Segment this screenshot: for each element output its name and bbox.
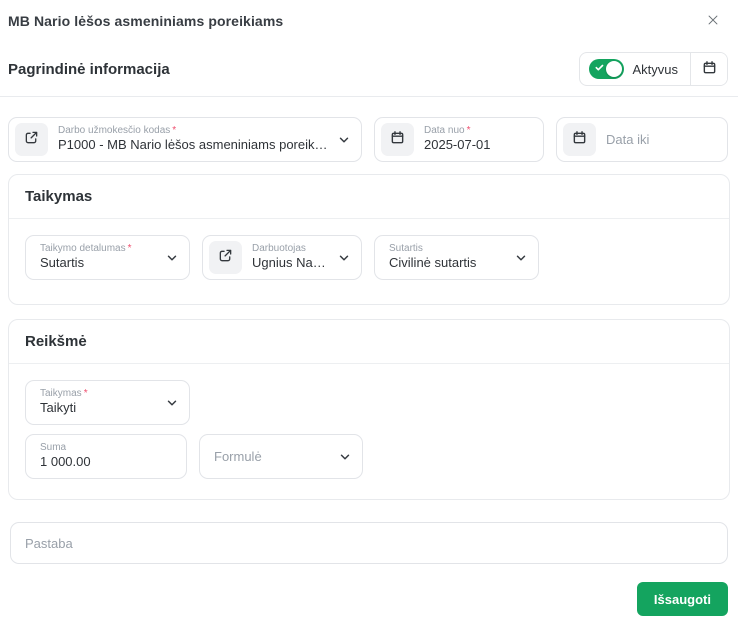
chevron-down-icon — [165, 396, 179, 410]
date-to-picker-button[interactable] — [563, 123, 596, 156]
save-button[interactable]: Išsaugoti — [636, 582, 728, 616]
chevron-down-icon — [165, 251, 179, 265]
active-toggle-group: Aktyvus — [579, 52, 728, 86]
section-divider — [0, 96, 738, 97]
detail-level-select[interactable]: Taikymo detalumas * Sutartis — [25, 235, 190, 280]
amount-label: Suma — [40, 441, 67, 453]
calendar-icon — [702, 60, 717, 78]
formula-placeholder: Formulė — [214, 449, 262, 464]
detail-level-label: Taikymo detalumas — [40, 242, 126, 254]
page-title: Pagrindinė informacija — [8, 60, 170, 78]
employee-select[interactable]: Darbuotojas Ugnius Narys — [202, 235, 362, 280]
open-record-button[interactable] — [15, 123, 48, 156]
note-input[interactable] — [10, 522, 728, 564]
taikymas-card-body: Taikymo detalumas * Sutartis Darbuotojas… — [9, 219, 729, 304]
active-toggle[interactable]: Aktyvus — [580, 53, 690, 85]
date-from-value: 2025-07-01 — [424, 137, 491, 153]
dialog: MB Nario lėšos asmeniniams poreikiams Pa… — [0, 0, 738, 632]
reiksme-card-title: Reikšmė — [9, 320, 729, 364]
required-mark: * — [466, 124, 471, 136]
application-label: Taikymas — [40, 387, 82, 399]
taikymas-card-title: Taikymas — [9, 175, 729, 219]
amount-field[interactable]: Suma 1 000.00 — [25, 434, 187, 479]
date-from-field[interactable]: Data nuo * 2025-07-01 — [374, 117, 544, 162]
formula-select[interactable]: Formulė — [199, 434, 363, 479]
reiksme-card: Reikšmė Taikymas * Taikyti Suma 1 000.00… — [8, 319, 730, 500]
dialog-title: MB Nario lėšos asmeniniams poreikiams — [8, 13, 284, 29]
date-from-picker-button[interactable] — [381, 123, 414, 156]
employee-value: Ugnius Narys — [252, 255, 329, 271]
close-icon — [706, 13, 720, 30]
calendar-icon — [390, 130, 405, 150]
calendar-icon — [572, 130, 587, 150]
external-link-icon — [218, 248, 233, 268]
dialog-header: MB Nario lėšos asmeniniams poreikiams — [0, 0, 738, 42]
reiksme-card-body: Taikymas * Taikyti Suma 1 000.00 Formulė — [9, 364, 729, 499]
detail-level-value: Sutartis — [40, 255, 85, 271]
field-text: Darbo užmokesčio kodas * P1000 - MB Nario… — [58, 125, 329, 154]
chevron-down-icon — [338, 450, 352, 464]
external-link-icon — [24, 130, 39, 150]
salary-code-label: Darbo užmokesčio kodas — [58, 124, 171, 136]
date-from-label: Data nuo — [424, 124, 465, 136]
application-select[interactable]: Taikymas * Taikyti — [25, 380, 190, 425]
salary-code-value: P1000 - MB Nario lėšos asmeniniams porei… — [58, 137, 329, 153]
chevron-down-icon — [337, 251, 351, 265]
open-employee-button[interactable] — [209, 241, 242, 274]
employee-label: Darbuotojas — [252, 242, 306, 254]
amount-value: 1 000.00 — [40, 454, 91, 470]
field-text: Data nuo * 2025-07-01 — [424, 125, 533, 154]
application-value: Taikyti — [40, 400, 77, 416]
taikymas-card: Taikymas Taikymo detalumas * Sutartis Da… — [8, 174, 730, 305]
contract-label: Sutartis — [389, 242, 423, 254]
main-fields-row: Darbo užmokesčio kodas * P1000 - MB Nario… — [8, 117, 730, 162]
check-icon — [594, 60, 605, 78]
toggle-label: Aktyvus — [632, 61, 678, 77]
date-to-field[interactable]: Data iki — [556, 117, 728, 162]
required-mark: * — [83, 387, 88, 399]
dialog-footer: Išsaugoti — [10, 582, 728, 616]
close-button[interactable] — [702, 9, 724, 34]
required-mark: * — [127, 242, 132, 254]
history-calendar-button[interactable] — [691, 53, 727, 85]
salary-code-select[interactable]: Darbo užmokesčio kodas * P1000 - MB Nario… — [8, 117, 362, 162]
main-section-header: Pagrindinė informacija Aktyvus — [0, 42, 738, 96]
required-mark: * — [172, 124, 177, 136]
toggle-switch[interactable] — [589, 59, 625, 79]
chevron-down-icon — [514, 251, 528, 265]
contract-value: Civilinė sutartis — [389, 255, 477, 271]
date-to-placeholder: Data iki — [606, 132, 650, 147]
chevron-down-icon — [337, 133, 351, 147]
toggle-knob — [606, 61, 623, 77]
contract-select[interactable]: Sutartis Civilinė sutartis — [374, 235, 539, 280]
